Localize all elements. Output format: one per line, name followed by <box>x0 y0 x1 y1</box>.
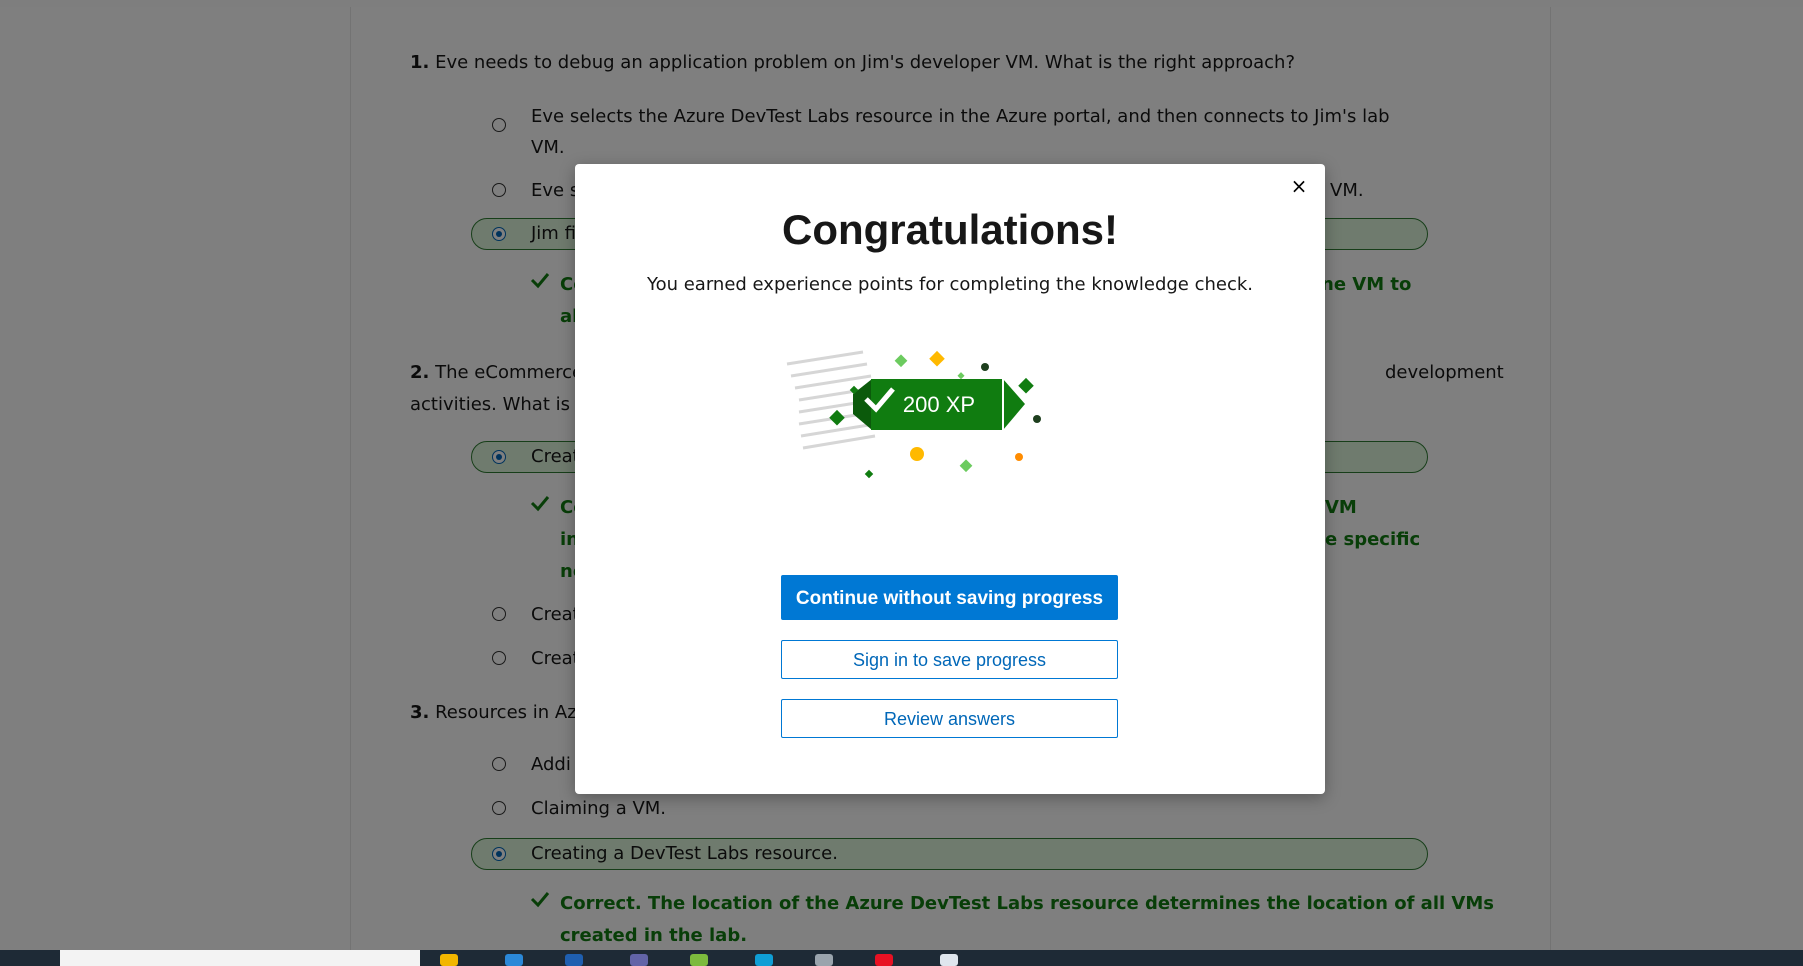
xp-badge-icon: 200 XP <box>786 350 1041 479</box>
app-icon[interactable] <box>690 954 708 966</box>
continue-without-saving-button[interactable]: Continue without saving progress <box>781 575 1118 620</box>
taskbar <box>0 950 1803 966</box>
xp-label: 200 XP <box>903 392 975 417</box>
teams-icon[interactable] <box>630 954 648 966</box>
dialog-title: Congratulations! <box>782 206 1118 253</box>
sign-in-button[interactable]: Sign in to save progress <box>781 640 1118 679</box>
app-icon[interactable] <box>755 954 773 966</box>
app-icon[interactable] <box>505 954 523 966</box>
file-explorer-icon[interactable] <box>440 954 458 966</box>
review-answers-button[interactable]: Review answers <box>781 699 1118 738</box>
app-icon[interactable] <box>815 954 833 966</box>
browser-icon[interactable] <box>875 954 893 966</box>
close-icon[interactable]: × <box>1287 174 1311 198</box>
congratulations-dialog: × Congratulations! You earned experience… <box>575 164 1325 794</box>
app-icon[interactable] <box>565 954 583 966</box>
dialog-subtitle: You earned experience points for complet… <box>646 274 1254 295</box>
taskbar-search[interactable] <box>60 950 420 966</box>
app-icon[interactable] <box>940 954 958 966</box>
